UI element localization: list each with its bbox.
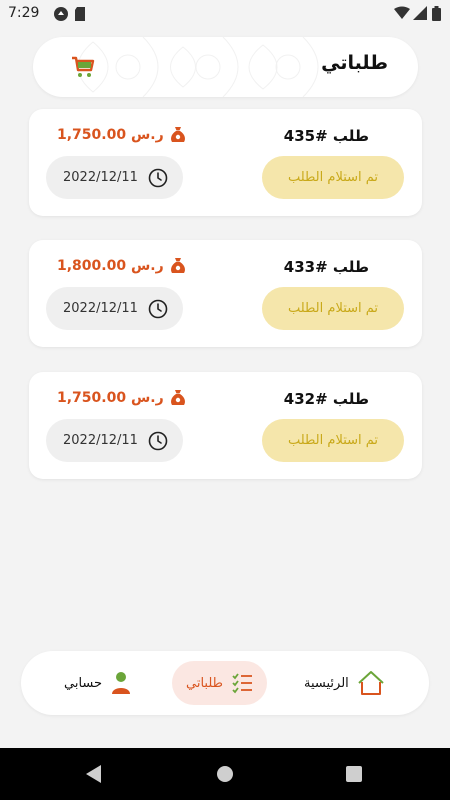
order-price-value: 1,750.00 ر.س: [57, 390, 164, 406]
order-date: 2022/12/11: [46, 419, 183, 462]
checklist-icon: [232, 673, 252, 694]
money-bag-icon: [170, 390, 185, 405]
order-date-value: 2022/12/11: [63, 301, 138, 316]
signal-icon: [413, 6, 427, 24]
order-price: 1,750.00 ر.س: [57, 388, 186, 408]
nav-orders[interactable]: طلباتي: [172, 661, 267, 705]
battery-icon: [432, 6, 441, 25]
order-number: طلب #435: [283, 127, 369, 145]
order-date: 2022/12/11: [46, 156, 183, 199]
bottom-navigation: حسابي طلباتي الرئيسية: [21, 651, 429, 715]
user-icon: [112, 672, 131, 694]
nav-account[interactable]: حسابي: [64, 661, 132, 705]
order-price: 1,800.00 ر.س: [57, 256, 186, 276]
order-date: 2022/12/11: [46, 287, 183, 330]
cart-icon[interactable]: [71, 55, 95, 83]
page-title: طلباتي: [321, 52, 388, 74]
wifi-icon: [394, 6, 410, 24]
recents-icon[interactable]: [346, 766, 362, 782]
order-date-value: 2022/12/11: [63, 170, 138, 185]
clock-icon: [148, 299, 168, 318]
system-navigation-bar: [0, 748, 450, 800]
order-card[interactable]: طلب #432 1,750.00 ر.س تم استلام الطلب 20…: [29, 372, 422, 479]
money-bag-icon: [170, 127, 185, 142]
clock-icon: [148, 431, 168, 450]
order-status-button[interactable]: تم استلام الطلب: [262, 419, 404, 462]
order-number: طلب #432: [283, 390, 369, 408]
nav-account-label: حسابي: [64, 675, 103, 691]
nav-home-label: الرئيسية: [304, 675, 349, 691]
home-icon: [358, 671, 384, 695]
app-notification-icon: [53, 6, 69, 26]
home-button-icon[interactable]: [217, 766, 233, 782]
order-card[interactable]: طلب #435 1,750.00 ر.س تم استلام الطلب 20…: [29, 109, 422, 216]
page-header: طلباتي: [33, 37, 418, 97]
sd-card-icon: [74, 6, 86, 26]
order-price: 1,750.00 ر.س: [57, 125, 186, 145]
order-card[interactable]: طلب #433 1,800.00 ر.س تم استلام الطلب 20…: [29, 240, 422, 347]
money-bag-icon: [170, 258, 185, 273]
status-time: 7:29: [8, 5, 40, 21]
order-status-button[interactable]: تم استلام الطلب: [262, 287, 404, 330]
nav-home[interactable]: الرئيسية: [304, 661, 385, 705]
order-date-value: 2022/12/11: [63, 433, 138, 448]
order-status-button[interactable]: تم استلام الطلب: [262, 156, 404, 199]
back-icon[interactable]: [86, 765, 102, 783]
order-price-value: 1,750.00 ر.س: [57, 127, 164, 143]
order-price-value: 1,800.00 ر.س: [57, 258, 164, 274]
status-bar: 7:29: [0, 0, 450, 28]
clock-icon: [148, 168, 168, 187]
order-number: طلب #433: [283, 258, 369, 276]
nav-orders-label: طلباتي: [186, 675, 223, 691]
